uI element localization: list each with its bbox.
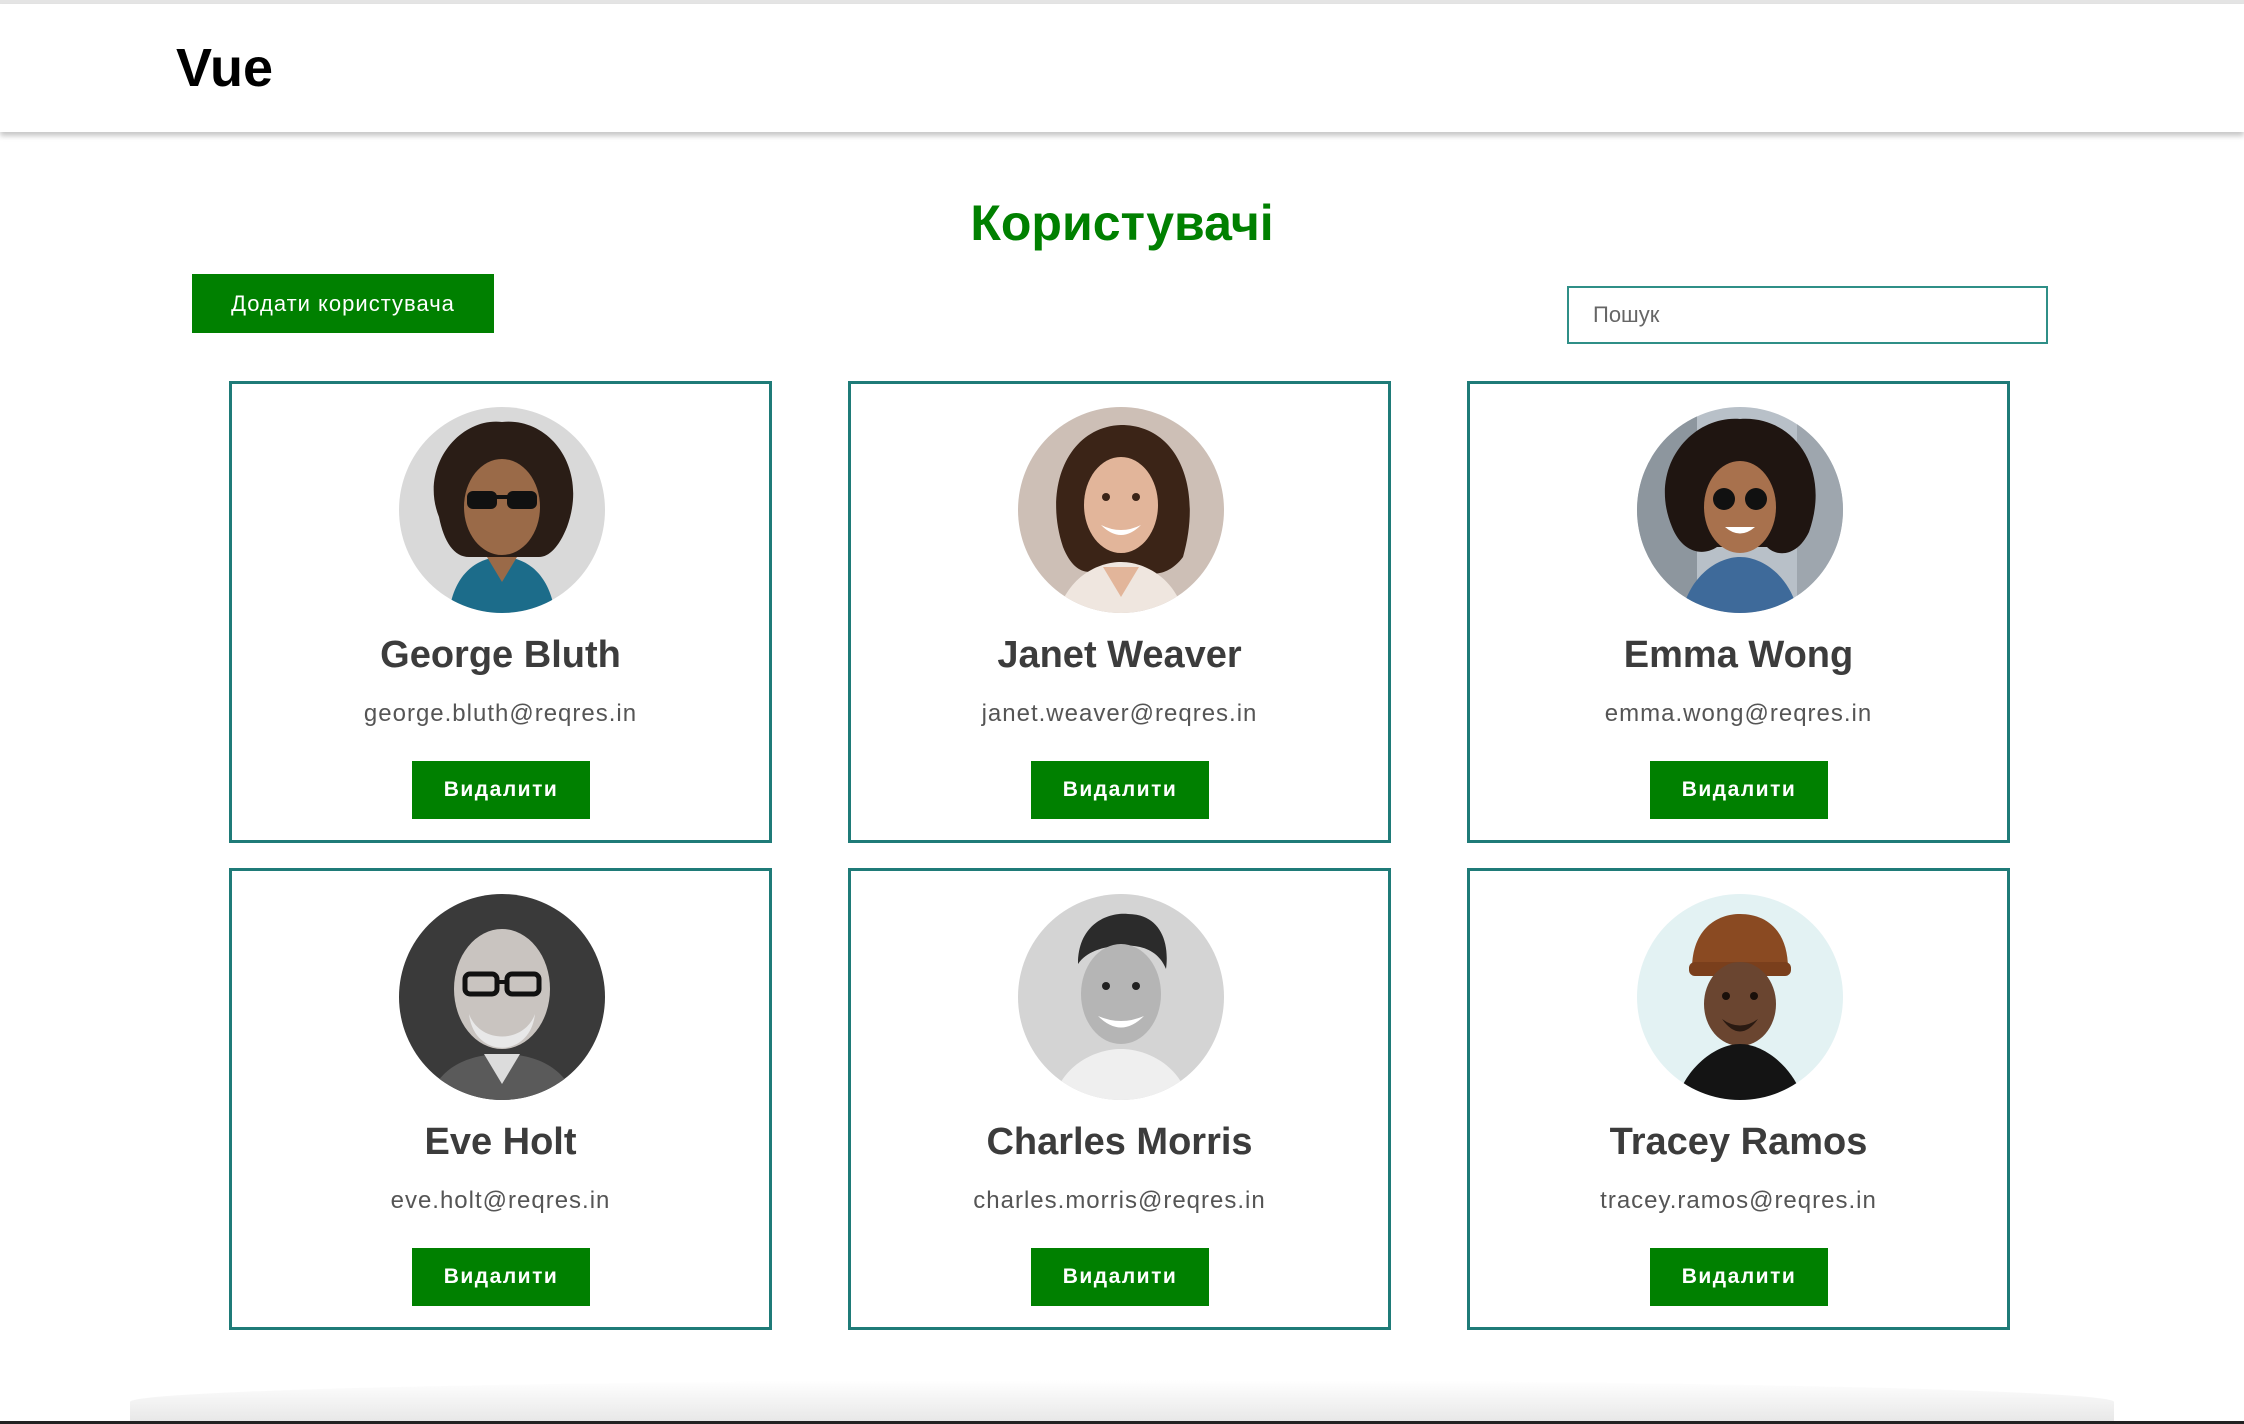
app-header: Vue bbox=[0, 4, 2244, 132]
page-title: Користувачі bbox=[970, 195, 1274, 251]
user-name: Janet Weaver bbox=[997, 634, 1242, 676]
delete-user-button[interactable]: Видалити bbox=[1031, 761, 1209, 819]
user-email: eve.holt@reqres.in bbox=[390, 1187, 611, 1214]
footer-shadow bbox=[130, 1380, 2114, 1424]
user-card: Tracey Ramos tracey.ramos@reqres.in Вида… bbox=[1467, 868, 2010, 1330]
user-card: Emma Wong emma.wong@reqres.in Видалити bbox=[1467, 381, 2010, 843]
avatar-charles-icon bbox=[1018, 894, 1224, 1100]
add-user-button[interactable]: Додати користувача bbox=[192, 274, 494, 333]
delete-user-button[interactable]: Видалити bbox=[1650, 1248, 1828, 1306]
avatar-janet-icon bbox=[1018, 407, 1224, 613]
user-name: George Bluth bbox=[380, 634, 621, 676]
search-input[interactable] bbox=[1567, 286, 2048, 344]
user-name: Tracey Ramos bbox=[1609, 1121, 1868, 1163]
user-email: janet.weaver@reqres.in bbox=[981, 700, 1258, 727]
avatar-george-icon bbox=[399, 407, 605, 613]
delete-user-button[interactable]: Видалити bbox=[412, 761, 590, 819]
avatar-eve-icon bbox=[399, 894, 605, 1100]
user-card: Charles Morris charles.morris@reqres.in … bbox=[848, 868, 1391, 1330]
user-email: tracey.ramos@reqres.in bbox=[1600, 1187, 1877, 1214]
avatar-emma-icon bbox=[1637, 407, 1843, 613]
user-name: Emma Wong bbox=[1623, 634, 1854, 676]
user-email: charles.morris@reqres.in bbox=[973, 1187, 1266, 1214]
user-name: Eve Holt bbox=[424, 1121, 577, 1163]
delete-user-button[interactable]: Видалити bbox=[1031, 1248, 1209, 1306]
delete-user-button[interactable]: Видалити bbox=[1650, 761, 1828, 819]
user-card: Eve Holt eve.holt@reqres.in Видалити bbox=[229, 868, 772, 1330]
user-email: emma.wong@reqres.in bbox=[1604, 700, 1873, 727]
user-card: Janet Weaver janet.weaver@reqres.in Вида… bbox=[848, 381, 1391, 843]
user-name: Charles Morris bbox=[986, 1121, 1253, 1163]
delete-user-button[interactable]: Видалити bbox=[412, 1248, 590, 1306]
user-card: George Bluth george.bluth@reqres.in Вида… bbox=[229, 381, 772, 843]
user-email: george.bluth@reqres.in bbox=[363, 700, 638, 727]
app-logo[interactable]: Vue bbox=[176, 34, 273, 102]
avatar-tracey-icon bbox=[1637, 894, 1843, 1100]
